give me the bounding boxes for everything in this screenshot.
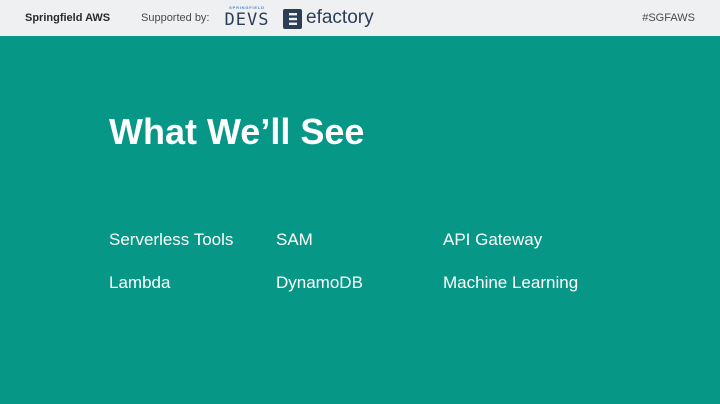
slide: Springfield AWS Supported by: SPRINGFIEL… — [0, 0, 720, 404]
topic-serverless-tools: Serverless Tools — [109, 230, 234, 249]
topic-dynamodb: DynamoDB — [276, 273, 363, 292]
hashtag: #SGFAWS — [642, 12, 695, 24]
topic-sam: SAM — [276, 230, 313, 249]
topic-machine-learning: Machine Learning — [443, 273, 579, 292]
springfield-devs-logo: SPRINGFIELD DEVS — [221, 5, 273, 31]
slide-title: What We’ll See — [109, 111, 365, 152]
supported-by-label: Supported by: — [141, 12, 210, 24]
topic-api-gateway: API Gateway — [443, 230, 543, 249]
header-bar: Springfield AWS Supported by: SPRINGFIEL… — [0, 0, 720, 36]
devs-logo-wordmark: DEVS — [224, 10, 270, 30]
efactory-logo-icon — [283, 9, 302, 29]
brand-name: Springfield AWS — [25, 12, 111, 24]
efactory-wordmark: efactory — [306, 7, 374, 28]
topic-lambda: Lambda — [109, 273, 171, 292]
